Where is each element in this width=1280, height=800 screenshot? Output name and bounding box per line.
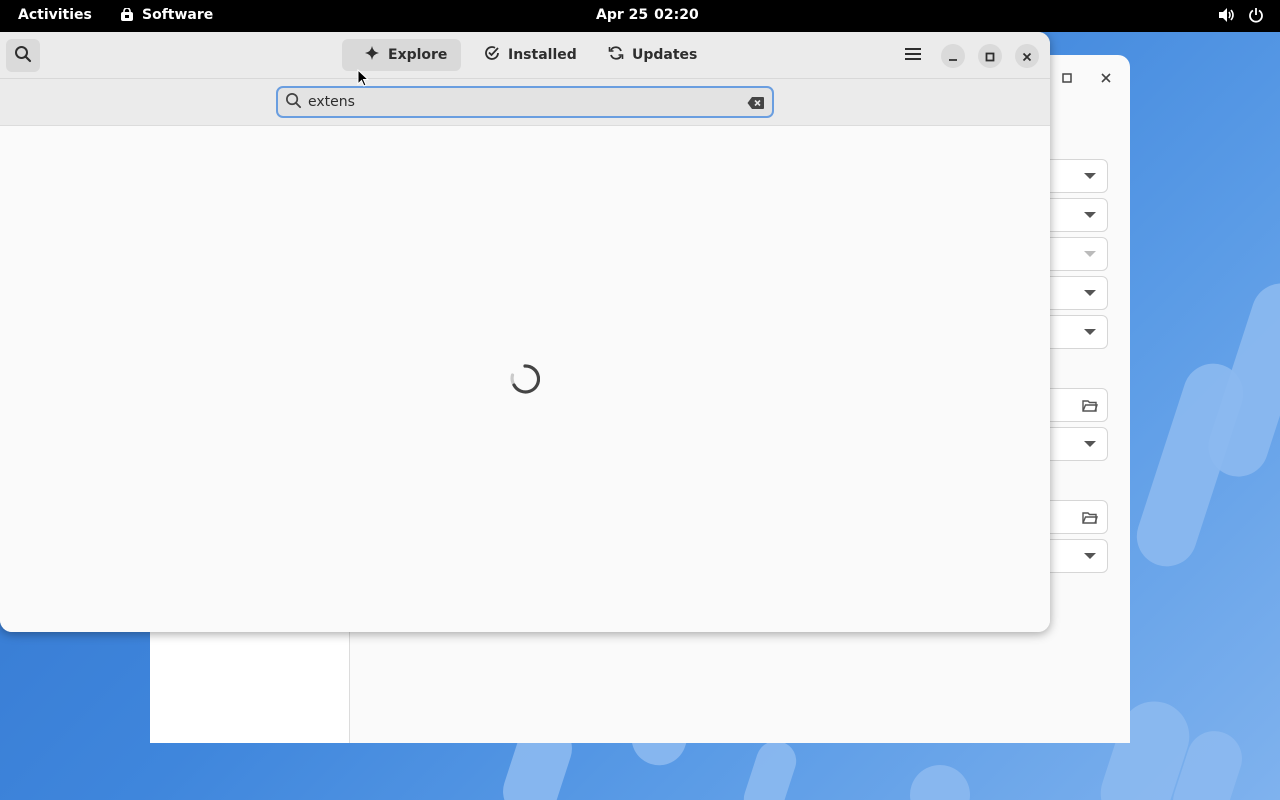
search-input[interactable]: [308, 94, 728, 110]
background-maximize-icon[interactable]: [1061, 69, 1073, 88]
background-sidebar: [150, 632, 350, 743]
chevron-down-icon: [1084, 212, 1096, 218]
close-button[interactable]: [1015, 44, 1039, 68]
minimize-button[interactable]: [941, 44, 965, 68]
folder-open-icon: [1082, 398, 1098, 417]
refresh-icon: [608, 45, 624, 65]
search-icon: [285, 92, 302, 113]
app-menu[interactable]: Software: [120, 7, 213, 23]
app-menu-label: Software: [142, 7, 214, 23]
check-circle-icon: [484, 45, 500, 65]
tab-explore-label: Explore: [388, 47, 448, 63]
search-bar: [0, 79, 1050, 126]
tab-updates[interactable]: Updates: [586, 39, 719, 71]
chevron-down-icon: [1084, 553, 1096, 559]
minimize-icon: [948, 47, 958, 66]
loading-spinner-icon: [510, 364, 540, 394]
system-tray[interactable]: [1218, 7, 1264, 23]
search-results-area: [0, 126, 1050, 632]
close-icon: [1022, 47, 1032, 66]
maximize-button[interactable]: [978, 44, 1002, 68]
software-window: Explore Installed Updates: [0, 32, 1050, 632]
software-bag-icon: [120, 8, 134, 22]
chevron-down-icon: [1084, 251, 1096, 257]
chevron-down-icon: [1084, 329, 1096, 335]
background-close-icon[interactable]: [1100, 69, 1112, 88]
chevron-down-icon: [1084, 173, 1096, 179]
clock-time: 02:20: [654, 7, 699, 23]
clear-text-icon[interactable]: [747, 95, 765, 114]
search-toggle-button[interactable]: [6, 39, 40, 72]
activities-button[interactable]: Activities: [18, 7, 92, 23]
power-icon[interactable]: [1248, 7, 1264, 23]
clock-date: Apr 25: [596, 7, 649, 23]
clock[interactable]: Apr 25 02:20: [596, 7, 699, 23]
explore-sparkle-icon: [364, 45, 380, 65]
background-main-area: [351, 632, 1130, 743]
tab-explore[interactable]: Explore: [342, 39, 461, 71]
chevron-down-icon: [1084, 290, 1096, 296]
top-bar: Activities Software Apr 25 02:20: [0, 0, 1280, 32]
hamburger-menu-icon: [905, 46, 921, 65]
search-icon: [14, 45, 32, 67]
tab-installed-label: Installed: [508, 47, 577, 63]
main-menu-button[interactable]: [898, 40, 928, 70]
search-entry[interactable]: [276, 86, 774, 118]
header-bar: Explore Installed Updates: [0, 32, 1050, 79]
folder-open-icon: [1082, 510, 1098, 529]
volume-icon[interactable]: [1218, 7, 1236, 23]
tab-installed[interactable]: Installed: [462, 39, 599, 71]
chevron-down-icon: [1084, 441, 1096, 447]
mouse-cursor-icon: [357, 68, 370, 91]
tab-updates-label: Updates: [632, 47, 698, 63]
maximize-icon: [985, 47, 995, 66]
